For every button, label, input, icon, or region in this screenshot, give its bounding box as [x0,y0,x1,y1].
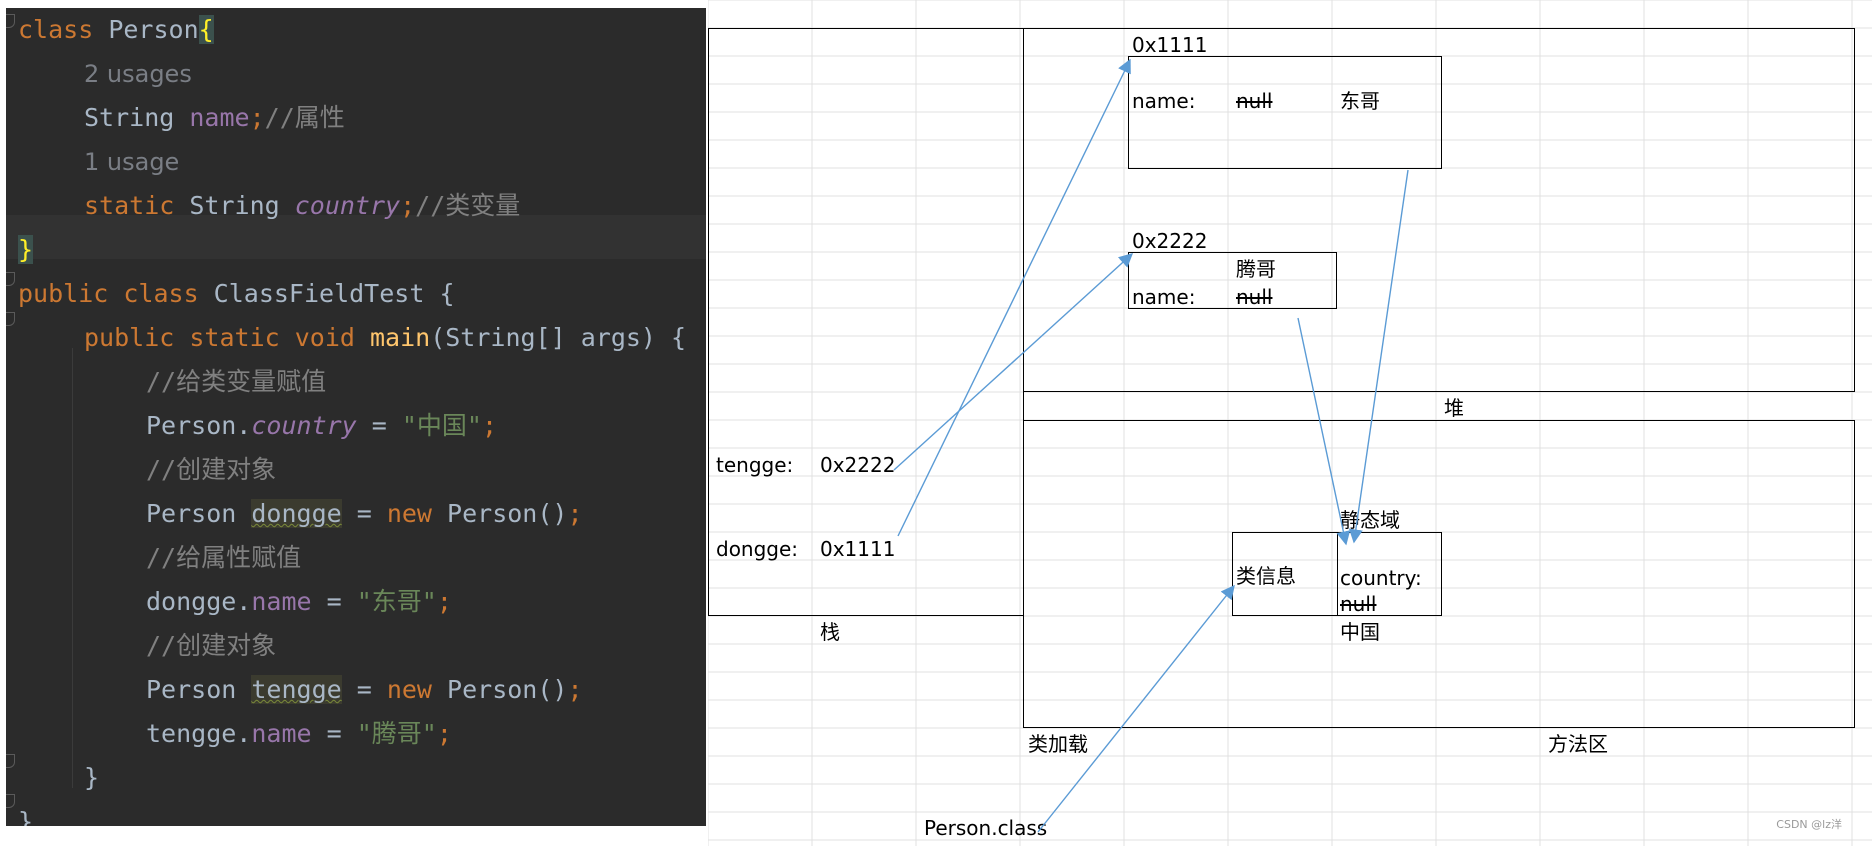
code-line[interactable]: //创建对象 [146,624,276,668]
code-token: = [341,499,387,528]
code-token: ClassFieldTest { [213,279,455,308]
code-token: "中国" [401,411,482,440]
code-token: //类变量 [415,191,521,220]
code-token: ; [567,499,583,528]
code-line[interactable]: } [84,756,99,800]
code-token: } [18,235,34,264]
code-token: "腾哥" [356,719,437,748]
code-token: country [251,411,357,440]
usage-hint: 2 usages [84,60,192,88]
code-token: = [311,719,357,748]
code-token: //属性 [264,103,345,132]
code-token: ; [567,675,583,704]
code-token: country [294,191,401,220]
fold-marker-icon[interactable] [6,754,15,768]
code-token: { [198,15,214,44]
code-token: tengge [251,675,342,704]
fold-marker-icon[interactable] [6,272,15,286]
code-token: } [84,763,100,792]
code-line[interactable]: Person tengge = new Person(); [146,668,583,712]
code-token: dongge. [146,587,252,616]
code-token: ; [481,411,498,440]
code-line[interactable]: 1 usage [84,140,179,184]
code-token: String [189,191,295,220]
code-token: String [84,103,190,132]
code-token: Person [146,675,252,704]
indent-guide [72,348,73,788]
code-token: } [18,807,34,826]
code-line[interactable]: public static void main(String[] args) { [84,316,686,360]
code-token: Person. [146,411,252,440]
code-line[interactable]: } [18,228,34,272]
code-line[interactable]: dongge.name = "东哥"; [146,580,452,624]
code-line[interactable]: Person.country = "中国"; [146,404,497,448]
code-line[interactable]: Person dongge = new Person(); [146,492,583,536]
code-token: //给类变量赋值 [146,367,327,396]
code-line[interactable]: //给类变量赋值 [146,360,326,404]
code-token: static [84,191,190,220]
code-token: ; [436,719,452,748]
arrow-heap1-name-to-static [1348,169,1409,544]
code-token: = [311,587,357,616]
arrow-dongge-to-heap [897,58,1131,537]
code-token: name [251,587,312,616]
code-token: = [356,411,402,440]
code-token: new [386,499,448,528]
code-token: //创建对象 [146,631,277,660]
code-token: Person [146,499,252,528]
arrow-classfile-to-classinfo [1037,584,1235,833]
code-token: ; [249,103,265,132]
code-token: ; [400,191,416,220]
code-token: class [18,15,109,44]
reference-arrows [893,58,1409,833]
code-token: name [189,103,250,132]
arrow-tengge-to-heap [893,253,1134,471]
code-line[interactable]: //创建对象 [146,448,276,492]
code-line[interactable]: class Person{ [18,8,214,52]
code-token: = [341,675,387,704]
arrow-heap2-name-to-static [1297,317,1351,546]
code-line[interactable]: 2 usages [84,52,192,96]
code-token: Person [108,15,199,44]
code-token: ; [436,587,452,616]
code-line[interactable]: } [18,800,33,826]
code-token: main [369,323,431,352]
code-token: tengge. [146,719,252,748]
code-token: (String[] args) { [430,323,687,352]
code-token: public static void [84,323,370,352]
code-line[interactable]: //给属性赋值 [146,536,301,580]
code-line[interactable]: public class ClassFieldTest { [18,272,455,316]
code-token: Person() [447,499,568,528]
code-token: "东哥" [356,587,437,616]
code-token: new [386,675,448,704]
code-line[interactable]: String name;//属性 [84,96,345,140]
memory-diagram-sheet: 0x1111 name: null 东哥 0x2222 腾哥 name: nul… [708,0,1872,846]
code-token: name [251,719,312,748]
code-token: public class [18,279,214,308]
code-token: Person() [447,675,568,704]
fold-marker-icon[interactable] [6,794,15,808]
code-token: //给属性赋值 [146,543,302,572]
watermark: CSDN @lz洋 [1776,818,1842,831]
code-editor[interactable]: class Person{2 usages String name;//属性 1 u… [6,8,706,826]
code-token: //创建对象 [146,455,277,484]
code-token: dongge [251,499,342,528]
code-line[interactable]: static String country;//类变量 [84,184,520,228]
fold-marker-icon[interactable] [6,14,15,28]
fold-marker-icon[interactable] [6,312,15,326]
usage-hint: 1 usage [84,148,180,176]
code-line[interactable]: tengge.name = "腾哥"; [146,712,452,756]
